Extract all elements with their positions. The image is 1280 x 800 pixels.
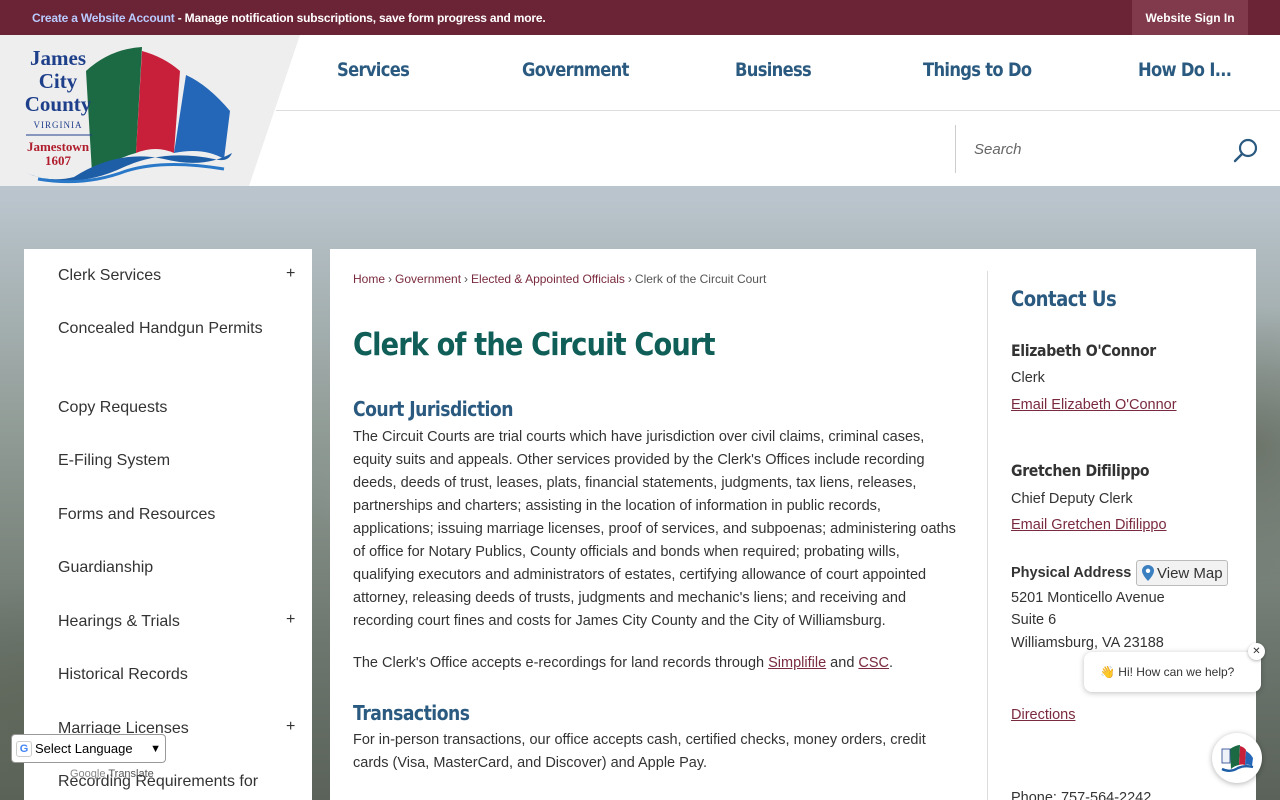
- nav-services[interactable]: Services: [337, 59, 410, 81]
- physical-address-label: Physical Address: [1011, 565, 1132, 581]
- sidebar-expand-hearings-trials[interactable]: +: [286, 611, 295, 629]
- address-line-3: Williamsburg, VA 23188: [1011, 635, 1164, 651]
- chat-close-button[interactable]: ✕: [1248, 643, 1265, 660]
- account-message: Create a Website Account - Manage notifi…: [32, 10, 546, 25]
- contact-email-link-2[interactable]: Email Gretchen Difilippo: [1011, 517, 1167, 533]
- sidebar-item-e-filing-system[interactable]: E-Filing System: [58, 448, 268, 473]
- e-recording-and: and: [826, 655, 859, 671]
- sidebar-item-historical-records[interactable]: Historical Records: [58, 662, 268, 687]
- address-line-1: 5201 Monticello Avenue: [1011, 590, 1165, 606]
- chat-greeting-text: 👋 Hi! How can we help?: [1100, 665, 1235, 679]
- section-heading-transactions: Transactions: [353, 701, 470, 725]
- logo-text-2: City: [39, 69, 78, 93]
- e-recording-period: .: [889, 655, 894, 671]
- search-icon[interactable]: [1232, 137, 1260, 165]
- csc-link[interactable]: CSC: [858, 655, 889, 671]
- nav-business[interactable]: Business: [735, 59, 812, 81]
- site-header: James City County VIRGINIA Jamestown 160…: [0, 35, 1280, 186]
- account-message-text: - Manage notification subscriptions, sav…: [174, 10, 546, 25]
- language-select[interactable]: G Select Language ▼: [11, 734, 166, 763]
- contact-email-link-1[interactable]: Email Elizabeth O'Connor: [1011, 397, 1177, 413]
- main-content: Home › Government › Elected & Appointed Offi…: [330, 249, 1256, 800]
- page-title: Clerk of the Circuit Court: [353, 327, 716, 363]
- e-recording-text: The Clerk's Office accepts e-recordings …: [353, 655, 769, 671]
- breadcrumb-separator: ›: [627, 272, 632, 286]
- address-line-2: Suite 6: [1011, 612, 1057, 628]
- translate-label[interactable]: Translate: [108, 768, 153, 780]
- nav-how-do-i[interactable]: How Do I...: [1138, 59, 1232, 81]
- google-label: Google: [70, 768, 106, 780]
- section-heading-court-jurisdiction: Court Jurisdiction: [353, 397, 513, 421]
- directions-link[interactable]: Directions: [1011, 707, 1075, 723]
- create-account-link[interactable]: Create a Website Account: [32, 11, 175, 25]
- contact-name-2: Gretchen Difilippo: [1011, 461, 1150, 480]
- main-nav: Services Government Business Things to D…: [276, 35, 1280, 111]
- sidebar-nav: Clerk Services + Concealed Handgun Permi…: [24, 249, 312, 800]
- breadcrumb-separator: ›: [388, 272, 393, 286]
- view-map-label: View Map: [1157, 564, 1223, 582]
- logo-text-4: VIRGINIA: [34, 120, 83, 130]
- chat-launcher-button[interactable]: [1212, 733, 1262, 783]
- contact-title-1: Clerk: [1011, 370, 1045, 386]
- sidebar-expand-marriage-licenses[interactable]: +: [286, 718, 295, 736]
- sidebar-item-concealed-handgun-permits[interactable]: Concealed Handgun Permits: [58, 316, 268, 341]
- e-recording-paragraph: The Clerk's Office accepts e-recordings …: [353, 652, 963, 675]
- powered-by-google: Google Translate: [70, 768, 154, 780]
- nav-things-to-do[interactable]: Things to Do: [923, 59, 1032, 81]
- nav-government[interactable]: Government: [522, 59, 629, 81]
- breadcrumb-elected-officials[interactable]: Elected & Appointed Officials: [471, 272, 625, 286]
- sidebar-item-clerk-services[interactable]: Clerk Services: [58, 263, 268, 288]
- column-divider: [987, 271, 988, 800]
- sidebar-item-guardianship[interactable]: Guardianship: [58, 555, 268, 580]
- chat-greeting-bubble[interactable]: 👋 Hi! How can we help?: [1084, 652, 1261, 692]
- breadcrumb-separator: ›: [464, 272, 469, 286]
- contact-phone: Phone: 757-564-2242: [1011, 790, 1152, 800]
- sidebar-item-forms-and-resources[interactable]: Forms and Resources: [58, 502, 268, 527]
- contact-us-heading: Contact Us: [1011, 287, 1117, 311]
- search-input[interactable]: [974, 135, 1224, 163]
- chevron-down-icon: ▼: [150, 742, 161, 755]
- top-bar: Create a Website Account - Manage notifi…: [0, 0, 1280, 35]
- sidebar-expand-clerk-services[interactable]: +: [286, 265, 295, 283]
- view-map-button[interactable]: View Map: [1136, 560, 1228, 586]
- logo-text-3: County: [25, 92, 92, 116]
- sign-in-button[interactable]: Website Sign In: [1132, 0, 1248, 35]
- google-translate-icon: G: [16, 740, 32, 757]
- simplifile-link[interactable]: Simplifile: [768, 655, 826, 671]
- court-jurisdiction-text: The Circuit Courts are trial courts whic…: [353, 429, 956, 629]
- sidebar-item-copy-requests[interactable]: Copy Requests: [58, 395, 268, 420]
- james-city-county-logo[interactable]: James City County VIRGINIA Jamestown 160…: [14, 41, 246, 185]
- map-pin-icon: [1142, 565, 1154, 581]
- transactions-text: For in-person transactions, our office a…: [353, 732, 926, 771]
- breadcrumb: Home › Government › Elected & Appointed Offi…: [353, 272, 766, 286]
- contact-name-1: Elizabeth O'Connor: [1011, 341, 1156, 360]
- search-box: [955, 125, 1280, 173]
- breadcrumb-current: Clerk of the Circuit Court: [634, 272, 767, 286]
- breadcrumb-home[interactable]: Home: [353, 272, 385, 286]
- chat-logo-icon: [1221, 745, 1254, 772]
- breadcrumb-government[interactable]: Government: [395, 272, 461, 286]
- logo-text-6: 1607: [45, 153, 72, 168]
- language-select-label: Select Language: [35, 741, 133, 756]
- contact-title-2: Chief Deputy Clerk: [1011, 491, 1133, 507]
- sidebar-item-hearings-trials[interactable]: Hearings & Trials: [58, 609, 268, 634]
- logo-text-5: Jamestown: [27, 139, 90, 154]
- logo-text-1: James: [30, 46, 86, 70]
